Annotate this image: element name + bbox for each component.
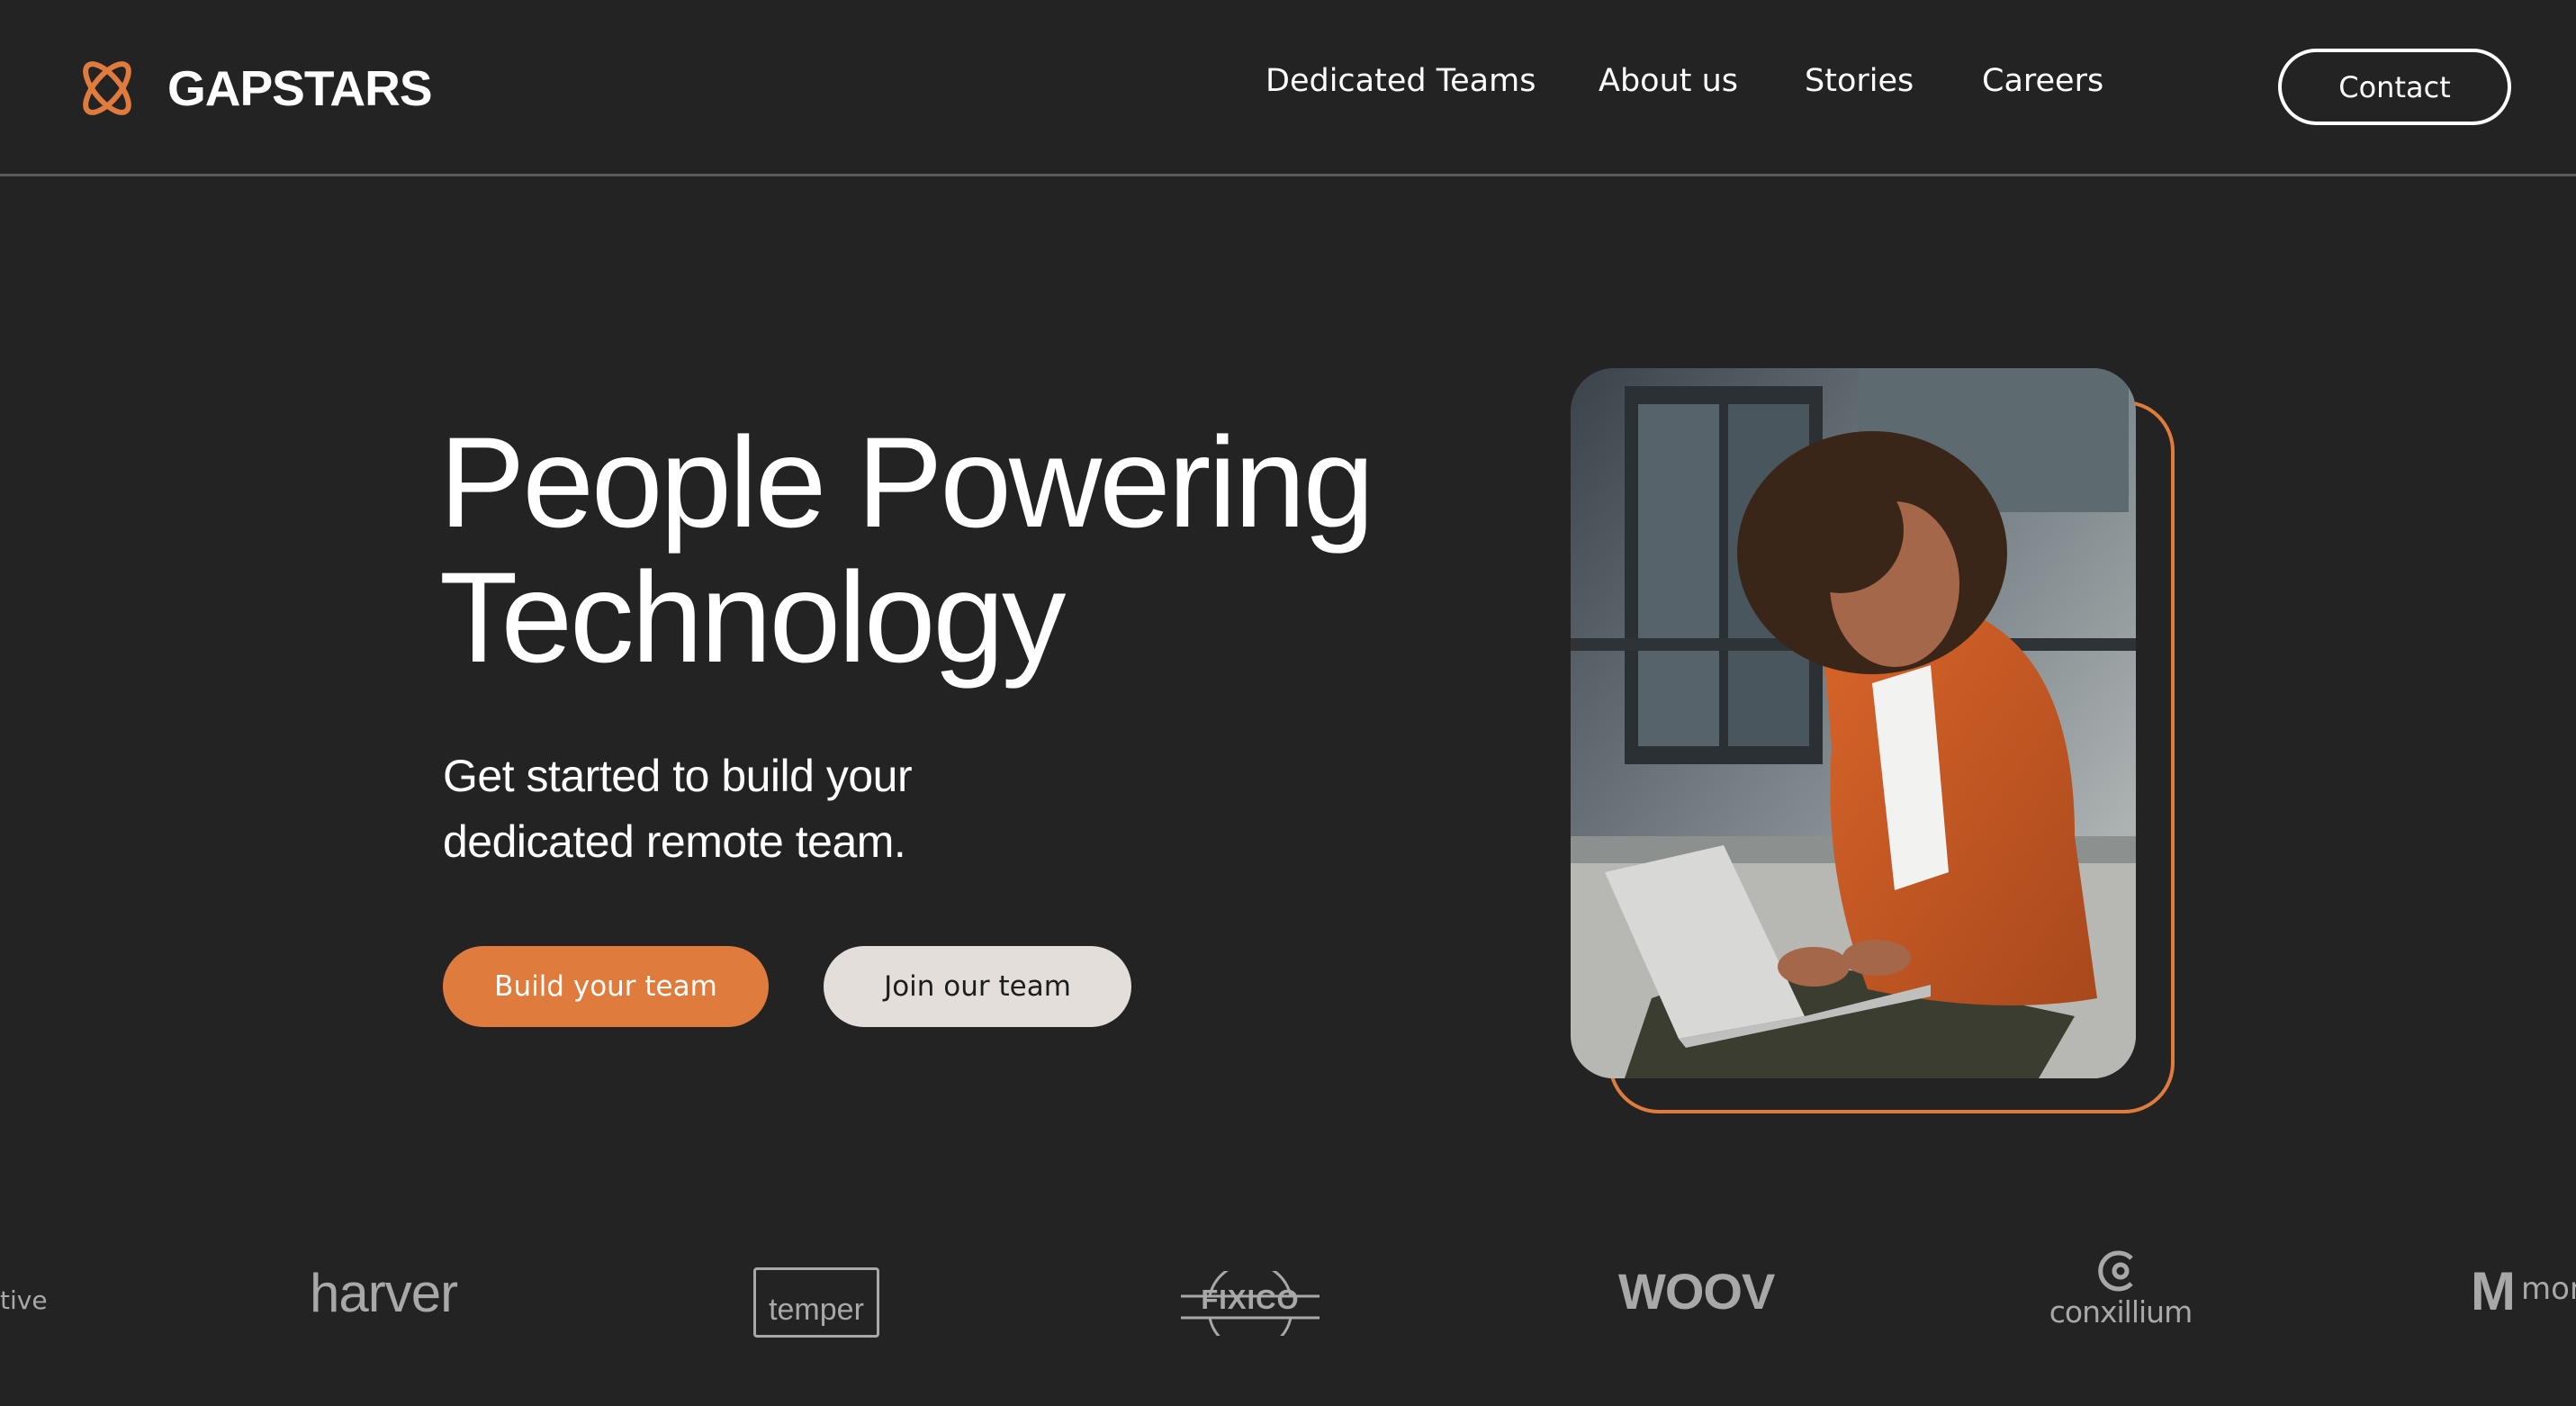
hero-image: [1571, 368, 2136, 1078]
build-your-team-button[interactable]: Build your team: [443, 946, 769, 1027]
client-logo-temper-text: temper: [769, 1293, 864, 1327]
hero-subtitle-line-2: dedicated remote team.: [443, 816, 906, 867]
nav-careers[interactable]: Careers: [1982, 63, 2103, 99]
client-logo-harver: harver: [310, 1263, 458, 1323]
conxillium-mark-icon: [2098, 1250, 2133, 1292]
hero-title-line-1: People Powering: [439, 411, 1374, 554]
nav-stories[interactable]: Stories: [1805, 63, 1914, 99]
nav-about-us[interactable]: About us: [1599, 63, 1738, 99]
page: GAPSTARS Dedicated Teams About us Storie…: [0, 0, 2576, 1406]
client-logo-fixico-text: FIXICO: [1201, 1284, 1300, 1315]
brand-name: GAPSTARS: [167, 60, 433, 116]
site-header: GAPSTARS Dedicated Teams About us Storie…: [0, 0, 2576, 176]
client-logo-conxillium: conxillium: [2043, 1248, 2198, 1329]
contact-button[interactable]: Contact: [2278, 49, 2511, 125]
logo-link[interactable]: GAPSTARS: [70, 52, 433, 124]
client-logo-conxillium-text: conxillium: [2049, 1294, 2193, 1329]
client-logo-woov: WOOV: [1618, 1263, 1775, 1320]
client-logos: tive harver temper FIXICO WOOV conxilliu…: [0, 1242, 2576, 1352]
gapstars-logo-icon: [83, 61, 131, 115]
hero-title: People Powering Technology: [439, 416, 1474, 686]
hero-subtitle: Get started to build your dedicated remo…: [443, 744, 1001, 875]
client-logo-fixico: FIXICO: [1181, 1262, 1320, 1352]
hero-subtitle-line-1: Get started to build your: [443, 751, 913, 801]
client-logo-tive: tive: [0, 1285, 48, 1315]
client-logo-mon-mark: M: [2471, 1261, 2516, 1321]
client-logo-mon: M mon: [2471, 1260, 2576, 1323]
nav-dedicated-teams[interactable]: Dedicated Teams: [1265, 63, 1536, 99]
client-logo-mon-text: mon: [2521, 1271, 2576, 1307]
woman-working-on-laptop-photo: [1571, 368, 2136, 1078]
join-our-team-button[interactable]: Join our team: [824, 946, 1131, 1027]
client-logo-temper: temper: [753, 1267, 879, 1338]
hero-title-line-2: Technology: [439, 546, 1066, 689]
